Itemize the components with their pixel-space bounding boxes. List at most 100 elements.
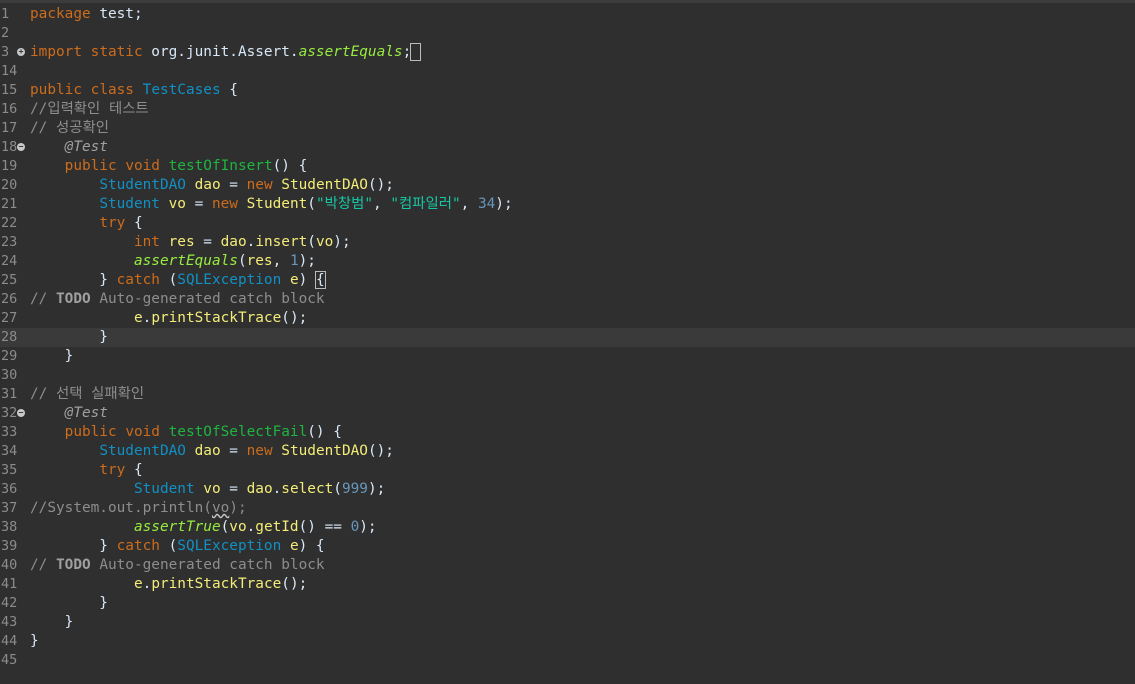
code-line[interactable]: 26 // TODO Auto-generated catch block xyxy=(0,290,1135,309)
line-number: 23 xyxy=(1,234,18,250)
line-number: 39 xyxy=(1,538,18,554)
code-line[interactable]: 39 } catch (SQLException e) { xyxy=(0,537,1135,556)
code-text: // TODO Auto-generated catch block xyxy=(30,557,325,573)
line-number: 38 xyxy=(1,519,18,535)
code-line[interactable]: 19 public void testOfInsert() { xyxy=(0,157,1135,176)
code-line[interactable]: 43 } xyxy=(0,613,1135,632)
code-text: int res = dao.insert(vo); xyxy=(133,234,351,250)
code-line[interactable]: 15 public class TestCases { xyxy=(0,81,1135,100)
code-line[interactable]: 24 assertEquals(res, 1); xyxy=(0,252,1135,271)
code-line[interactable]: 34 StudentDAO dao = new StudentDAO(); xyxy=(0,442,1135,461)
code-text: assertEquals(res, 1); xyxy=(133,253,316,269)
line-number: 15 xyxy=(1,82,18,98)
code-text: try { xyxy=(99,462,143,478)
line-number: 20 xyxy=(1,177,18,193)
code-text: } xyxy=(30,633,39,649)
line-number: 2 xyxy=(1,25,10,41)
code-line[interactable]: 25 } catch (SQLException e) { xyxy=(0,271,1135,290)
line-number: 31 xyxy=(1,386,18,402)
code-line[interactable]: 18− @Test xyxy=(0,138,1135,157)
code-text: } catch (SQLException e) { xyxy=(30,538,325,554)
code-text: } catch (SQLException e) { xyxy=(30,271,326,289)
line-number: 25 xyxy=(1,272,18,288)
code-line[interactable]: 32− @Test xyxy=(0,404,1135,423)
code-line[interactable]: 27 e.printStackTrace(); xyxy=(0,309,1135,328)
code-text: import static org.junit.Assert.assertEqu… xyxy=(30,43,421,62)
code-line[interactable]: 30 xyxy=(0,366,1135,385)
line-number: 37 xyxy=(1,500,18,516)
line-number: 44 xyxy=(1,633,18,649)
code-text: assertTrue(vo.getId() == 0); xyxy=(133,519,377,535)
code-line[interactable]: 40 // TODO Auto-generated catch block xyxy=(0,556,1135,575)
code-line[interactable]: 16 //입력확인 테스트 xyxy=(0,100,1135,119)
code-line[interactable]: 17 // 성공확인 xyxy=(0,119,1135,138)
code-text: } xyxy=(30,329,108,345)
code-line[interactable]: 1 package test; xyxy=(0,5,1135,24)
code-line[interactable]: 44} xyxy=(0,632,1135,651)
code-line[interactable]: 3 + import static org.junit.Assert.assertE… xyxy=(0,43,1135,62)
code-text: try { xyxy=(99,215,143,231)
code-line[interactable]: 28 } xyxy=(0,328,1135,347)
code-line[interactable]: 29 } xyxy=(0,347,1135,366)
code-line[interactable]: 37 //System.out.println(vo); xyxy=(0,499,1135,518)
line-number: 43 xyxy=(1,614,18,630)
code-line[interactable]: 14 xyxy=(0,62,1135,81)
code-line[interactable]: 38 assertTrue(vo.getId() == 0); xyxy=(0,518,1135,537)
line-number: 28 xyxy=(1,329,18,345)
code-line[interactable]: 41 e.printStackTrace(); xyxy=(0,575,1135,594)
line-number: 14 xyxy=(1,63,18,79)
code-text: } xyxy=(30,595,108,611)
code-text: @Test xyxy=(64,139,108,155)
code-text: public void testOfInsert() { xyxy=(64,158,308,174)
code-line[interactable]: 22 try { xyxy=(0,214,1135,233)
line-number: 22 xyxy=(1,215,18,231)
line-number: 36 xyxy=(1,481,18,497)
line-number: 41 xyxy=(1,576,18,592)
fold-collapse-icon[interactable]: − xyxy=(17,143,25,151)
code-text: StudentDAO dao = new StudentDAO(); xyxy=(99,443,394,459)
code-text: public void testOfSelectFail() { xyxy=(64,424,342,440)
line-number: 16 xyxy=(1,101,18,117)
code-line[interactable]: 20 StudentDAO dao = new StudentDAO(); xyxy=(0,176,1135,195)
code-text: Student vo = dao.select(999); xyxy=(133,481,386,497)
line-number: 17 xyxy=(1,120,18,136)
code-text: e.printStackTrace(); xyxy=(133,576,308,592)
code-text: e.printStackTrace(); xyxy=(133,310,308,326)
fold-collapse-icon[interactable]: − xyxy=(17,409,25,417)
code-line[interactable]: 23 int res = dao.insert(vo); xyxy=(0,233,1135,252)
line-number: 42 xyxy=(1,595,18,611)
code-editor[interactable]: 1 package test; 2 3 + import static org.junit… xyxy=(0,0,1135,684)
code-line[interactable]: 45 xyxy=(0,651,1135,670)
code-text: //System.out.println(vo); xyxy=(30,500,247,516)
code-text: } xyxy=(30,348,74,364)
line-number: 35 xyxy=(1,462,18,478)
code-line[interactable]: 35 try { xyxy=(0,461,1135,480)
line-number: 29 xyxy=(1,348,18,364)
code-line[interactable]: 31 // 선택 실패확인 xyxy=(0,385,1135,404)
code-text: StudentDAO dao = new StudentDAO(); xyxy=(99,177,394,193)
code-line[interactable]: 36 Student vo = dao.select(999); xyxy=(0,480,1135,499)
line-number: 24 xyxy=(1,253,18,269)
line-number: 26 xyxy=(1,291,18,307)
line-number: 40 xyxy=(1,557,18,573)
code-text: // 선택 실패확인 xyxy=(30,386,145,402)
code-lines[interactable]: 1 package test; 2 3 + import static org.junit… xyxy=(0,5,1135,670)
code-text: @Test xyxy=(64,405,108,421)
code-text: package test; xyxy=(30,6,143,22)
fold-expand-icon[interactable]: + xyxy=(17,48,25,56)
code-text: //입력확인 테스트 xyxy=(30,101,149,117)
line-number: 30 xyxy=(1,367,18,383)
line-number: 27 xyxy=(1,310,18,326)
line-number: 34 xyxy=(1,443,18,459)
code-text: Student vo = new Student("박창범", "컴파일러", … xyxy=(99,196,513,212)
line-number: 21 xyxy=(1,196,18,212)
code-text: public class TestCases { xyxy=(30,82,238,98)
code-line[interactable]: 21 Student vo = new Student("박창범", "컴파일러… xyxy=(0,195,1135,214)
code-line[interactable]: 33 public void testOfSelectFail() { xyxy=(0,423,1135,442)
line-number: 33 xyxy=(1,424,18,440)
line-number: 45 xyxy=(1,652,18,668)
line-number: 19 xyxy=(1,158,18,174)
code-text: } xyxy=(30,614,74,630)
code-line[interactable]: 42 } xyxy=(0,594,1135,613)
code-line[interactable]: 2 xyxy=(0,24,1135,43)
